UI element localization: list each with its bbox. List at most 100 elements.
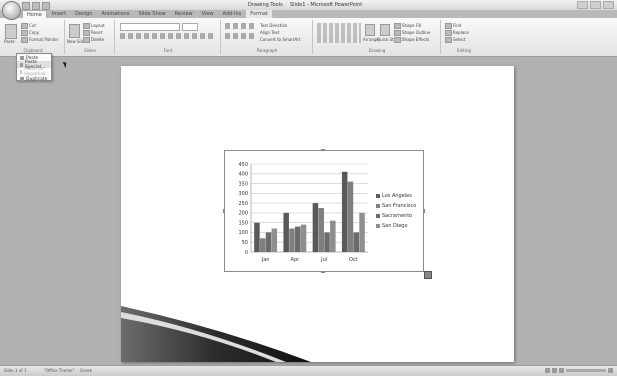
shapes-gallery[interactable] [317,23,361,43]
normal-view-icon[interactable] [545,368,550,373]
paste-button[interactable]: Paste [4,39,15,44]
bar [312,203,319,252]
shape-fill-button[interactable]: Shape Fill [394,23,421,29]
font-size-box[interactable] [182,23,198,31]
menu-item-duplicate[interactable]: Duplicate [17,75,51,82]
y-tick-label: 150 [238,220,248,226]
bar [295,226,301,252]
fit-window-icon[interactable] [608,368,613,373]
undo-icon[interactable] [32,2,40,10]
cursor-icon [445,37,452,43]
window-controls [577,1,614,9]
minimize-button[interactable] [577,1,588,9]
tab-home[interactable]: Home [22,10,47,18]
delete-button[interactable]: Delete [83,37,104,43]
slides-label: Slides [84,48,96,53]
y-tick-label: 0 [245,250,248,256]
font-format-buttons[interactable] [120,33,216,39]
paste-icon[interactable] [5,24,17,39]
align-buttons[interactable] [225,33,255,39]
slides-group: New Slide Layout Reset Delete Slides [66,20,115,54]
shape-outline-button[interactable]: Shape Outline [394,30,430,36]
bar [259,238,266,252]
smartart-button[interactable]: Convert to SmartArt [260,37,300,42]
bar [324,232,330,252]
y-tick-label: 200 [238,211,248,217]
save-icon[interactable] [22,2,30,10]
legend-swatch [376,204,380,208]
close-button[interactable] [603,1,614,9]
drawing-group: Arrange Quick Styles Shape Fill Shape Ou… [314,20,441,54]
replace-button[interactable]: Replace [445,30,469,36]
tab-slide-show[interactable]: Slide Show [134,10,169,18]
zoom-controls [545,368,613,373]
tab-add-ins[interactable]: Add-Ins [219,10,246,18]
legend-item: Los Angeles [376,191,416,201]
office-button[interactable] [2,1,21,20]
redo-icon[interactable] [42,2,50,10]
pen-icon [394,30,401,36]
resize-handle-right[interactable] [423,209,425,213]
select-button[interactable]: Select [445,37,465,43]
bar [254,222,260,252]
resize-handle-bottom[interactable] [321,271,325,273]
bar [347,181,354,252]
bar [283,212,289,252]
y-tick-label: 100 [238,230,248,236]
legend-item: Sacramento [376,211,416,221]
slideshow-icon[interactable] [559,368,564,373]
paint-bucket-icon [394,23,401,29]
tab-review[interactable]: Review [171,10,197,18]
tab-design[interactable]: Design [71,10,96,18]
find-button[interactable]: Find [445,23,461,29]
bar [300,224,307,252]
legend-swatch [376,224,380,228]
maximize-button[interactable] [590,1,601,9]
zoom-slider[interactable] [566,369,606,372]
reset-button[interactable]: Reset [83,30,102,36]
tab-format[interactable]: Format [246,10,272,18]
tab-insert[interactable]: Insert [48,10,70,18]
contextual-tools-title: Drawing Tools [248,2,283,8]
arrange-icon[interactable] [365,24,375,36]
y-tick-label: 400 [238,172,248,178]
binoculars-icon [445,23,452,29]
hyperlink-icon [20,70,23,74]
slide-workspace: 0 50 100 150 200 250 300 350 400 450 Jan Apr Jul Oct … [0,57,617,365]
y-tick-label: 350 [238,181,248,187]
bar [359,212,365,252]
tab-animations[interactable]: Animations [97,10,133,18]
bar [318,208,324,252]
font-label: Font [163,48,173,53]
editing-group: Find Replace Select Editing [442,20,486,54]
format-painter-button[interactable]: Format Painter [21,37,58,43]
copy-button[interactable]: Copy [21,30,39,36]
x-tick-label: Jul [320,257,327,263]
bar [265,232,272,252]
font-name-box[interactable] [120,23,180,31]
slide-sorter-icon[interactable] [552,368,557,373]
bar [289,228,295,252]
status-bar: Slide 1 of 1 "Office Theme" Greek [0,365,617,376]
slide-canvas[interactable]: 0 50 100 150 200 250 300 350 400 450 Jan Apr Jul Oct … [121,66,514,362]
paste-menu: Paste Paste Special... Paste as Hyperlin… [16,53,52,82]
paste-options-icon[interactable] [424,271,432,279]
x-tick-label: Oct [349,257,358,263]
chart-object[interactable]: 0 50 100 150 200 250 300 350 400 450 Jan Apr Jul Oct … [223,149,425,273]
shape-effects-button[interactable]: Shape Effects [394,37,429,43]
list-buttons[interactable] [225,23,255,29]
align-text-button[interactable]: Align Text [260,30,279,35]
drawing-label: Drawing [368,48,386,53]
legend-item: San Diego [376,221,416,231]
text-direction-button[interactable]: Text Direction [260,23,287,28]
tab-view[interactable]: View [198,10,218,18]
quick-styles-icon[interactable] [380,24,390,36]
x-tick-label: Apr [291,257,301,263]
delete-icon [83,37,90,43]
language[interactable]: Greek [80,368,92,373]
layout-button[interactable]: Layout [83,23,105,29]
effects-icon [394,37,401,43]
cut-button[interactable]: Cut [21,23,36,29]
ribbon-tabs: Home Insert Design Animations Slide Show… [22,10,272,18]
new-slide-icon[interactable] [69,24,80,38]
